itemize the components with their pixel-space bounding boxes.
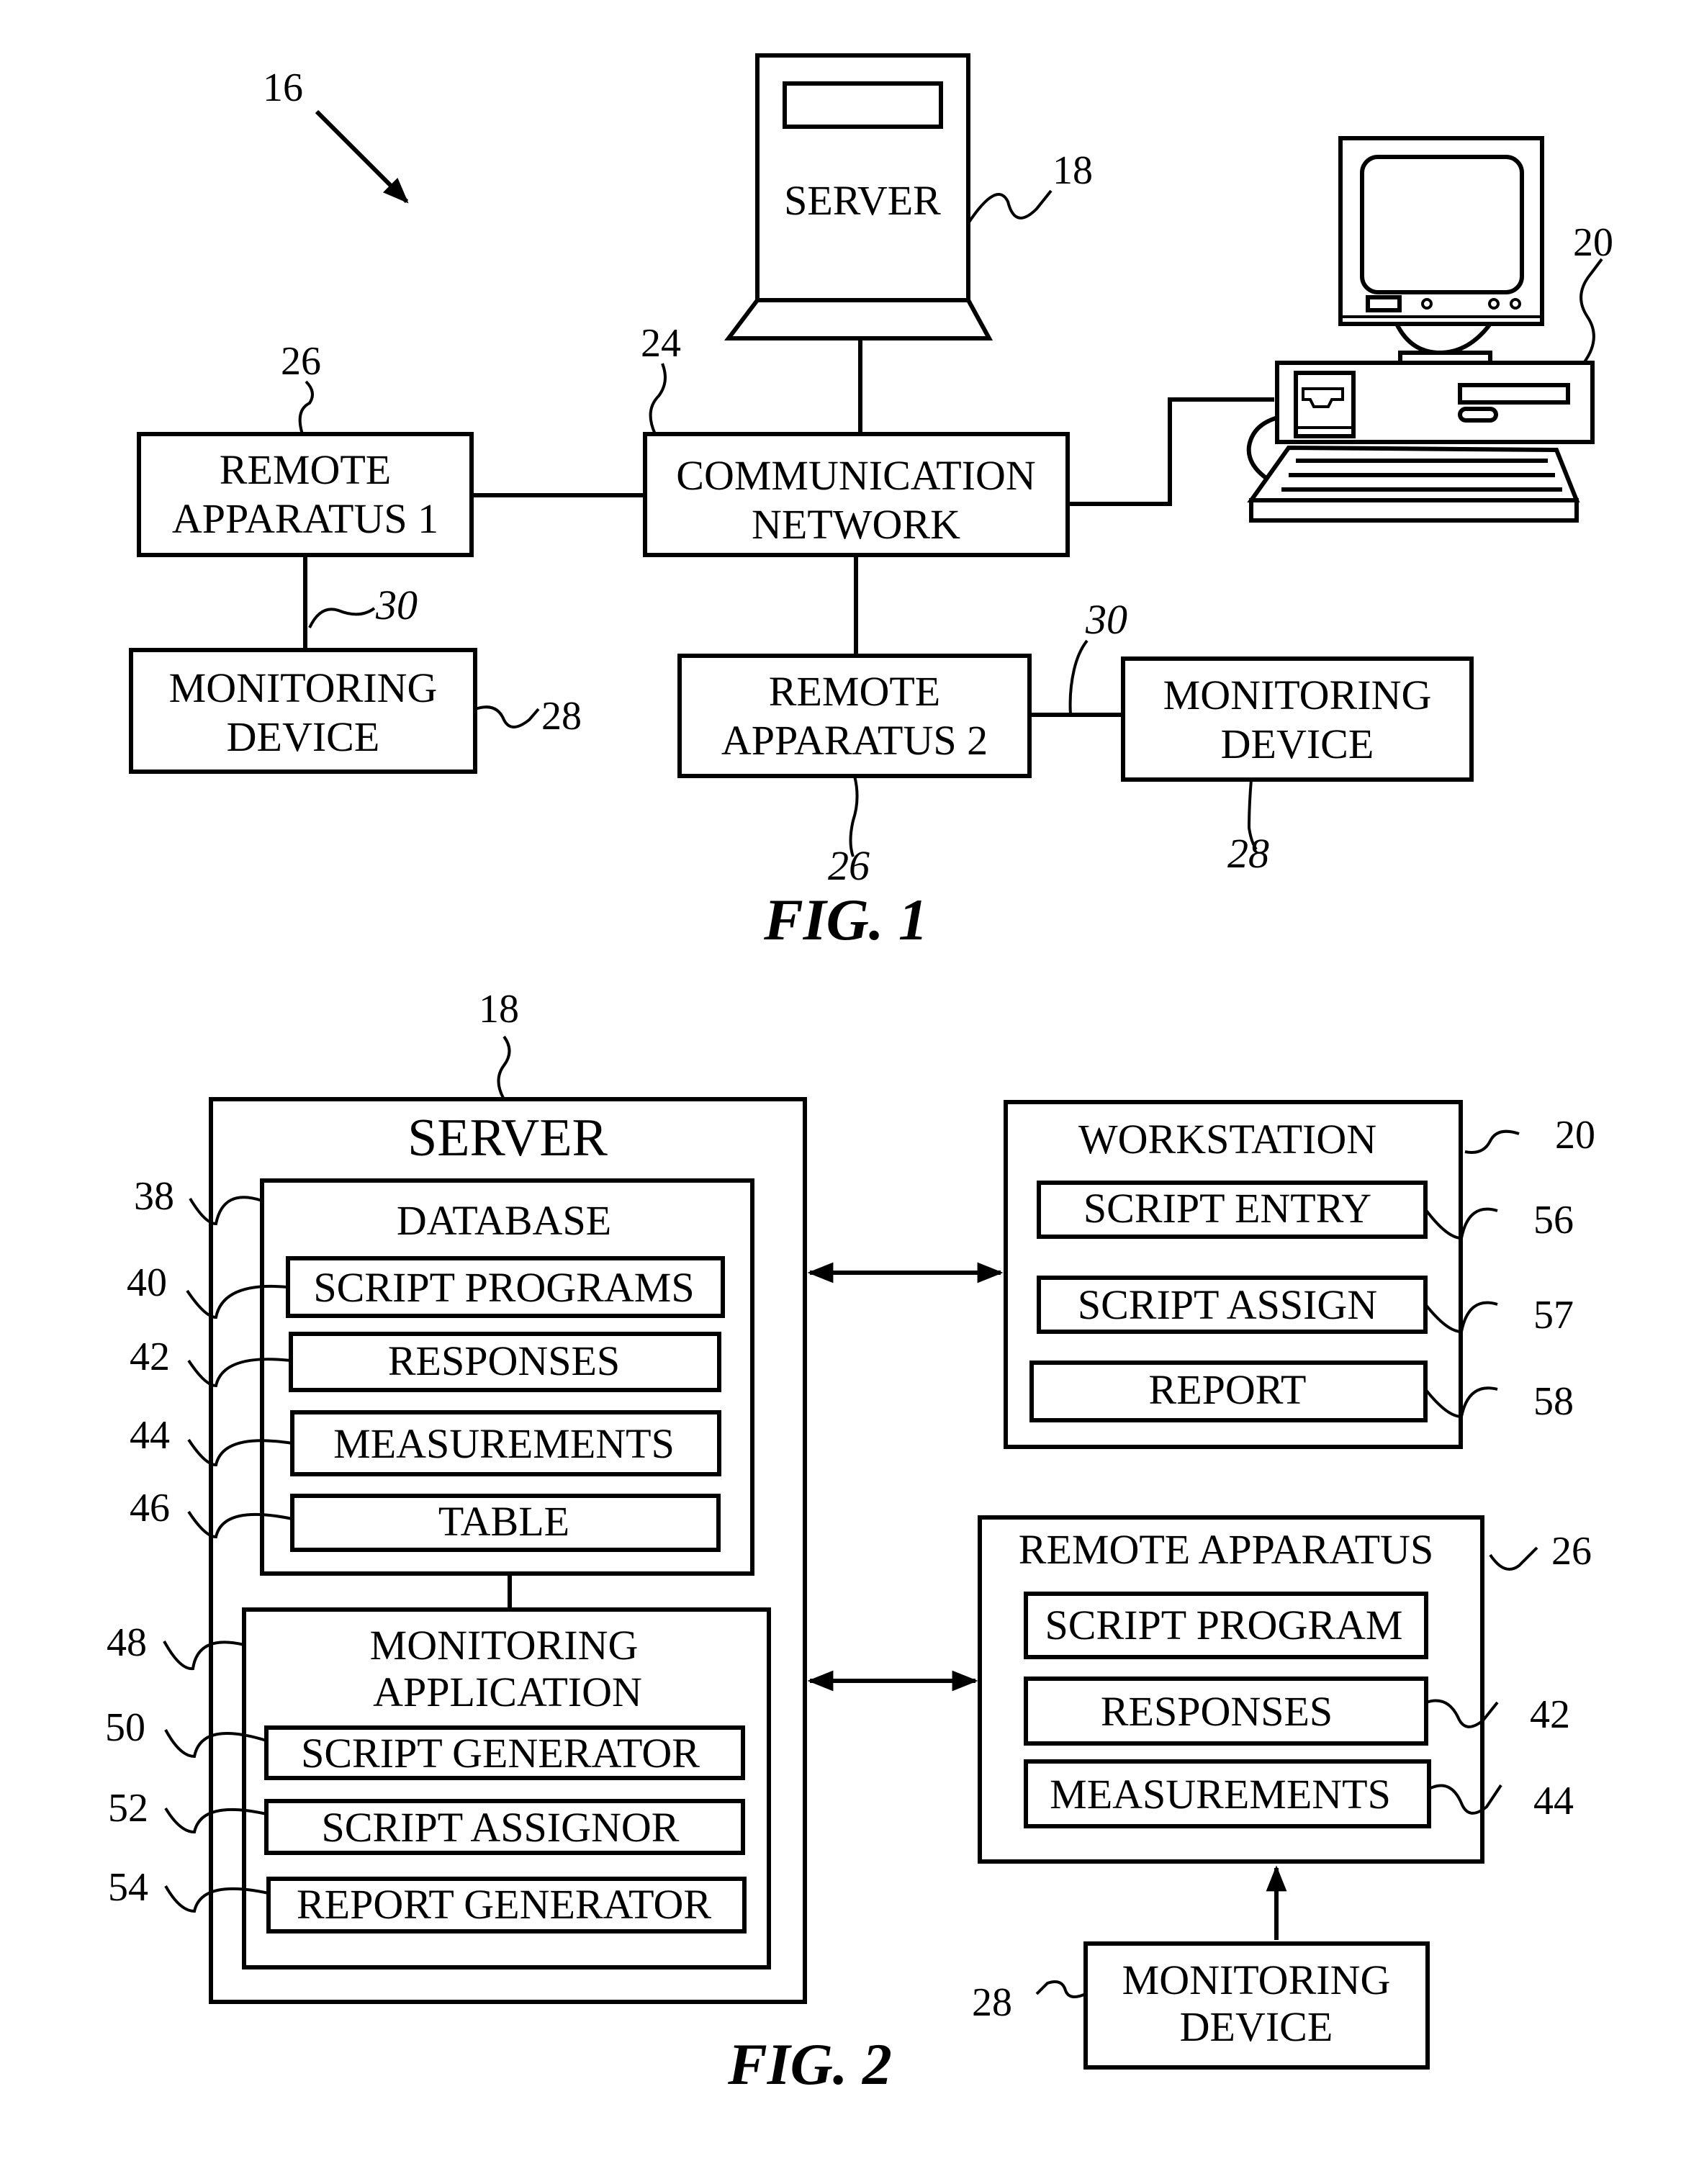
script-entry-ref: 56 — [1533, 1198, 1574, 1242]
monitoring-application-items: SCRIPT GENERATOR 50 SCRIPT ASSIGNOR 52 R… — [105, 1705, 747, 1933]
script-assign-ref: 57 — [1533, 1293, 1574, 1337]
script-generator-ref: 50 — [105, 1705, 145, 1750]
workstation-ref-leader — [1464, 1129, 1520, 1154]
monitoring-device-ref-leader — [1035, 1980, 1086, 1998]
monitoring-device-left-ref-leader — [474, 705, 540, 728]
report-generator-ref: 54 — [108, 1865, 148, 1910]
database-item-table: TABLE — [438, 1498, 569, 1545]
remote-apparatus-1-line2: APPARATUS 1 — [172, 495, 438, 542]
network-label-line2: NETWORK — [752, 501, 960, 548]
server-ref: 18 — [1053, 148, 1093, 193]
system-ref-arrow — [315, 109, 409, 204]
server-ref-leader — [497, 1035, 511, 1100]
monitoring-device-right-line1: MONITORING — [1163, 672, 1432, 718]
workstation-ref-leader — [1579, 258, 1603, 364]
figure-2: SERVER 18 DATABASE 38 SCRIPT PROGRAMS 40… — [105, 987, 1595, 2097]
figure-1: 16 SERVER 18 COMMUNICATION NETWORK 24 20… — [129, 53, 1613, 952]
monitoring-device-right-ref: 28 — [1227, 830, 1269, 877]
network-workstation-link — [1068, 397, 1274, 506]
remote-item-script-program: SCRIPT PROGRAM — [1045, 1602, 1403, 1648]
link-30-right-ref: 30 — [1085, 596, 1127, 643]
network-ref: 24 — [641, 321, 681, 366]
app-item-report-generator: REPORT GENERATOR — [297, 1881, 711, 1928]
workstation-item-script-entry: SCRIPT ENTRY — [1083, 1185, 1371, 1232]
server-ref: 18 — [479, 987, 519, 1032]
database-ref: 38 — [134, 1174, 174, 1219]
remote-apparatus-1-ref-leader — [298, 380, 314, 435]
table-ref: 46 — [130, 1486, 170, 1530]
remote-apparatus-items: SCRIPT PROGRAM RESPONSES 42 MEASUREMENTS… — [1024, 1592, 1574, 1828]
workstation-items: SCRIPT ENTRY 56 SCRIPT ASSIGN 57 REPORT … — [1029, 1181, 1574, 1424]
remote-apparatus-ref-leader — [1489, 1546, 1538, 1571]
link-30-left-leader — [308, 607, 376, 628]
database-title: DATABASE — [397, 1197, 611, 1244]
network-ref-leader — [649, 363, 667, 435]
report-ref: 58 — [1533, 1379, 1574, 1424]
database-item-responses: RESPONSES — [388, 1337, 620, 1384]
workstation-title: WORKSTATION — [1078, 1116, 1376, 1163]
remote-measurements-ref: 44 — [1533, 1779, 1574, 1823]
remote-apparatus-1-line1: REMOTE — [220, 446, 391, 493]
monitoring-device-left-line2: DEVICE — [227, 713, 380, 760]
app-item-script-generator: SCRIPT GENERATOR — [301, 1730, 700, 1777]
workstation-ref: 20 — [1573, 220, 1613, 265]
database-item-script-programs: SCRIPT PROGRAMS — [313, 1264, 694, 1311]
server-title: SERVER — [407, 1109, 608, 1168]
remote-apparatus-ref: 26 — [1551, 1529, 1592, 1574]
monitoring-device-right-line2: DEVICE — [1221, 721, 1374, 767]
monitoring-application-title-line1: MONITORING — [370, 1622, 639, 1669]
link-30-right-leader — [1068, 639, 1089, 716]
workstation-computer-icon — [1246, 136, 1595, 523]
monitoring-device-line1: MONITORING — [1122, 1957, 1391, 2003]
monitoring-device-line2: DEVICE — [1180, 2003, 1333, 2050]
monitoring-device-left-line1: MONITORING — [169, 664, 438, 711]
network-label-line1: COMMUNICATION — [676, 452, 1035, 499]
system-ref-label: 16 — [263, 66, 303, 110]
remote-apparatus-1-ref: 26 — [281, 339, 321, 384]
figure-1-caption: FIG. 1 — [763, 887, 928, 952]
script-assignor-ref: 52 — [108, 1786, 148, 1831]
remote-apparatus-2-line2: APPARATUS 2 — [721, 717, 988, 764]
server-label: SERVER — [784, 177, 941, 224]
monitoring-device-ref: 28 — [972, 1980, 1012, 2025]
database-item-measurements: MEASUREMENTS — [333, 1420, 675, 1467]
patent-drawing: 16 SERVER 18 COMMUNICATION NETWORK 24 20… — [105, 53, 1613, 2097]
remote-responses-ref: 42 — [1530, 1692, 1570, 1737]
remote-apparatus-2-ref: 26 — [828, 842, 870, 889]
remote-apparatus-title: REMOTE APPARATUS — [1019, 1526, 1433, 1573]
link-30-left-ref: 30 — [375, 582, 418, 628]
measurements-ref: 44 — [130, 1413, 170, 1458]
app-item-script-assignor: SCRIPT ASSIGNOR — [322, 1804, 680, 1851]
workstation-item-script-assign: SCRIPT ASSIGN — [1078, 1281, 1377, 1328]
remote-item-responses: RESPONSES — [1101, 1688, 1333, 1735]
responses-ref: 42 — [130, 1335, 170, 1379]
monitoring-application-ref: 48 — [107, 1620, 147, 1665]
workstation-item-report: REPORT — [1149, 1366, 1307, 1413]
script-programs-ref: 40 — [127, 1260, 167, 1305]
monitoring-device-left-ref: 28 — [541, 694, 582, 739]
figure-2-caption: FIG. 2 — [727, 2031, 892, 2097]
remote-item-measurements: MEASUREMENTS — [1050, 1771, 1391, 1818]
remote-apparatus-2-line1: REMOTE — [769, 668, 940, 715]
server-ref-leader — [967, 189, 1053, 225]
monitoring-application-title-line2: APPLICATION — [373, 1669, 642, 1715]
workstation-ref: 20 — [1555, 1113, 1595, 1158]
